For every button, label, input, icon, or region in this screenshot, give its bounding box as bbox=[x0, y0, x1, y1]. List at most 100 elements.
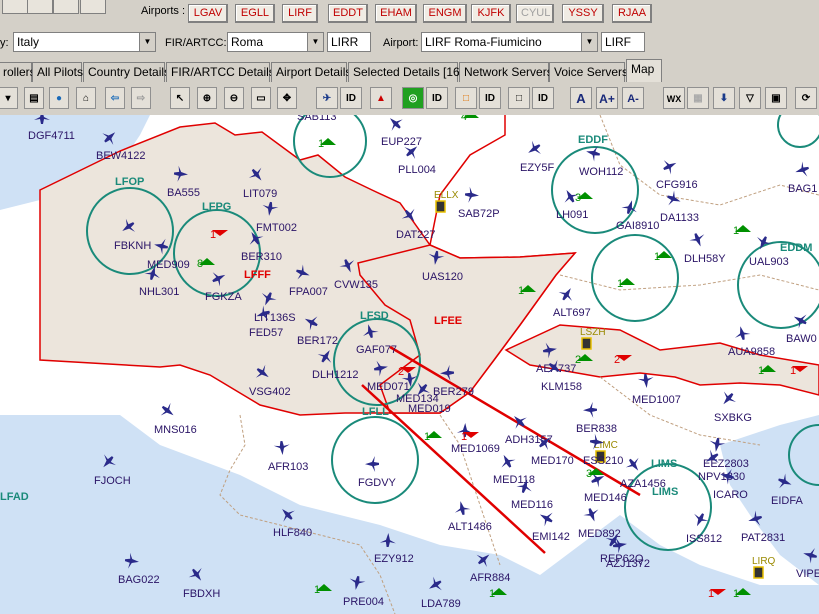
tower-label[interactable]: LIRQ bbox=[752, 556, 776, 567]
aircraft-callsign[interactable]: NPV1830 bbox=[698, 471, 745, 483]
aircraft-callsign[interactable]: BAG1 bbox=[788, 183, 817, 195]
aircraft-callsign[interactable]: FMT002 bbox=[256, 222, 297, 234]
aircraft-callsign[interactable]: BA555 bbox=[167, 187, 200, 199]
airport-code-field[interactable]: LIRF bbox=[601, 32, 645, 52]
airport-label[interactable]: LFSD bbox=[360, 310, 389, 322]
country-select[interactable]: Italy ▼ bbox=[13, 32, 156, 52]
aircraft-callsign[interactable]: LH091 bbox=[556, 209, 588, 221]
aircraft-callsign[interactable]: ALT697 bbox=[553, 307, 591, 319]
aircraft-callsign[interactable]: FED57 bbox=[249, 327, 283, 339]
airplane-icon[interactable] bbox=[158, 400, 179, 421]
font-decrease-icon[interactable]: A- bbox=[622, 87, 644, 109]
airport-label[interactable]: EDDM bbox=[780, 242, 812, 254]
airplane-icon[interactable] bbox=[637, 373, 654, 389]
airplane-icon[interactable] bbox=[464, 186, 479, 203]
grid-toggle-icon[interactable]: ▦ bbox=[687, 87, 709, 109]
aircraft-callsign[interactable]: ALT1486 bbox=[448, 521, 492, 533]
weather-toggle[interactable]: WX bbox=[663, 87, 685, 109]
aircraft-callsign[interactable]: ISS812 bbox=[686, 533, 722, 545]
airport-select[interactable]: LIRF Roma-Fiumicino ▼ bbox=[421, 32, 598, 52]
tab-country-details[interactable]: Country Details bbox=[83, 62, 170, 82]
select-cursor-icon[interactable]: ↖ bbox=[170, 87, 190, 109]
chevron-down-icon[interactable]: ▼ bbox=[139, 33, 155, 51]
fir-select[interactable]: Roma ▼ bbox=[227, 32, 324, 52]
aircraft-callsign[interactable]: DAT227 bbox=[396, 229, 436, 241]
airport-label[interactable]: LFAD bbox=[0, 491, 29, 503]
aircraft-callsign[interactable]: SAB113 bbox=[297, 115, 337, 123]
aircraft-callsign[interactable]: AUA9858 bbox=[728, 346, 775, 358]
atc-id-toggle[interactable]: ID bbox=[426, 87, 448, 109]
tab-voice-servers[interactable]: Voice Servers bbox=[549, 62, 628, 82]
font-icon[interactable] bbox=[53, 0, 79, 14]
download-arrow-icon[interactable]: ⬇ bbox=[713, 87, 735, 109]
airport-label[interactable]: LFPG bbox=[202, 201, 231, 213]
aircraft-callsign[interactable]: EMI142 bbox=[532, 531, 570, 543]
aircraft-callsign[interactable]: NHL301 bbox=[139, 286, 179, 298]
airplane-icon[interactable] bbox=[384, 115, 405, 134]
home-icon[interactable]: ⌂ bbox=[76, 87, 96, 109]
aircraft-callsign[interactable]: BAW0 bbox=[786, 333, 817, 345]
airport-button-rjaa[interactable]: RJAA bbox=[612, 4, 652, 23]
tower-label[interactable]: LSZH bbox=[580, 327, 606, 338]
tab-rollers[interactable]: rollers bbox=[0, 62, 36, 82]
airport-button-kjfk[interactable]: KJFK bbox=[471, 4, 511, 23]
fir-toggle-icon[interactable]: □ bbox=[455, 87, 477, 109]
aircraft-callsign[interactable]: UAL903 bbox=[749, 256, 789, 268]
airplane-icon[interactable] bbox=[453, 499, 472, 516]
airplane-icon[interactable] bbox=[717, 388, 738, 409]
tab-network-servers[interactable]: Network Servers bbox=[459, 62, 553, 82]
aircraft-callsign[interactable]: BER310 bbox=[241, 251, 282, 263]
aircraft-callsign[interactable]: MED116 bbox=[511, 499, 553, 511]
box-id-toggle[interactable]: ID bbox=[532, 87, 554, 109]
toolbar-button-1[interactable] bbox=[2, 0, 28, 14]
aircraft-callsign[interactable]: AFR884 bbox=[470, 572, 510, 584]
zoom-out-icon[interactable]: ⊖ bbox=[224, 87, 244, 109]
circle-toggle-icon[interactable]: ◎ bbox=[402, 87, 424, 109]
print-icon[interactable]: ▤ bbox=[24, 87, 44, 109]
airplane-icon[interactable] bbox=[524, 138, 545, 159]
aircraft-callsign[interactable]: BER172 bbox=[297, 335, 338, 347]
box-toggle-icon[interactable]: □ bbox=[508, 87, 530, 109]
aircraft-callsign[interactable]: MED071 bbox=[367, 381, 410, 393]
aircraft-callsign[interactable]: PRE004 bbox=[343, 596, 384, 608]
aircraft-callsign[interactable]: BEW4122 bbox=[96, 150, 146, 162]
back-arrow-icon[interactable]: ⇦ bbox=[105, 87, 125, 109]
map-canvas[interactable]: LFFF LFEE LFOP LFPG EDDF EDDM LFSD LFLL LIMS LIM… bbox=[0, 115, 819, 614]
aircraft-callsign[interactable]: EUP227 bbox=[381, 136, 422, 148]
aircraft-callsign[interactable]: FPA007 bbox=[289, 286, 328, 298]
aircraft-callsign[interactable]: MED118 bbox=[493, 474, 535, 486]
aircraft-callsign[interactable]: AZJ1372 bbox=[606, 558, 650, 570]
tab-map[interactable]: Map bbox=[626, 59, 662, 82]
airplane-icon[interactable] bbox=[733, 324, 752, 341]
airplane-icon[interactable] bbox=[793, 160, 811, 180]
airport-label[interactable]: LFLL bbox=[362, 406, 389, 418]
aircraft-callsign[interactable]: MED146 bbox=[584, 492, 627, 504]
aircraft-callsign[interactable]: EZY5F bbox=[520, 162, 555, 174]
aircraft-callsign[interactable]: GAI8910 bbox=[616, 220, 659, 232]
airport-button-cyul[interactable]: CYUL bbox=[516, 4, 554, 23]
aircraft-callsign[interactable]: PAT2831 bbox=[741, 532, 785, 544]
tower-label[interactable]: ELLX bbox=[434, 190, 459, 201]
chevron-down-icon[interactable]: ▼ bbox=[581, 33, 597, 51]
aircraft-callsign[interactable]: FBKNH bbox=[114, 240, 151, 252]
aircraft-callsign[interactable]: CVW135 bbox=[334, 279, 378, 291]
aircraft-callsign[interactable]: LDA789 bbox=[421, 598, 461, 610]
aircraft-callsign[interactable]: EZY912 bbox=[374, 553, 414, 565]
airport-button-egll[interactable]: EGLL bbox=[235, 4, 275, 23]
aircraft-callsign[interactable]: UAS120 bbox=[422, 271, 463, 283]
aircraft-callsign[interactable]: PLL004 bbox=[398, 164, 436, 176]
airport-button-yssy[interactable]: YSSY bbox=[562, 4, 604, 23]
airport-label[interactable]: EDDF bbox=[578, 134, 608, 146]
aircraft-callsign[interactable]: MED1069 bbox=[451, 443, 500, 455]
tab-fir-artcc-details[interactable]: FIR/ARTCC Details bbox=[166, 62, 275, 82]
airport-label[interactable]: LIMS bbox=[651, 458, 677, 470]
font-icon[interactable]: A bbox=[570, 87, 592, 109]
airplane-icon[interactable] bbox=[660, 156, 680, 177]
zoom-rect-icon[interactable]: ▭ bbox=[251, 87, 271, 109]
tower-icon[interactable] bbox=[753, 566, 764, 579]
pilots-id-toggle[interactable]: ID bbox=[340, 87, 362, 109]
filter-icon[interactable]: ▽ bbox=[739, 87, 761, 109]
approach-circle-edds[interactable] bbox=[591, 234, 679, 322]
forward-arrow-icon[interactable]: ⇨ bbox=[131, 87, 151, 109]
aircraft-callsign[interactable]: DLH1212 bbox=[312, 369, 358, 381]
